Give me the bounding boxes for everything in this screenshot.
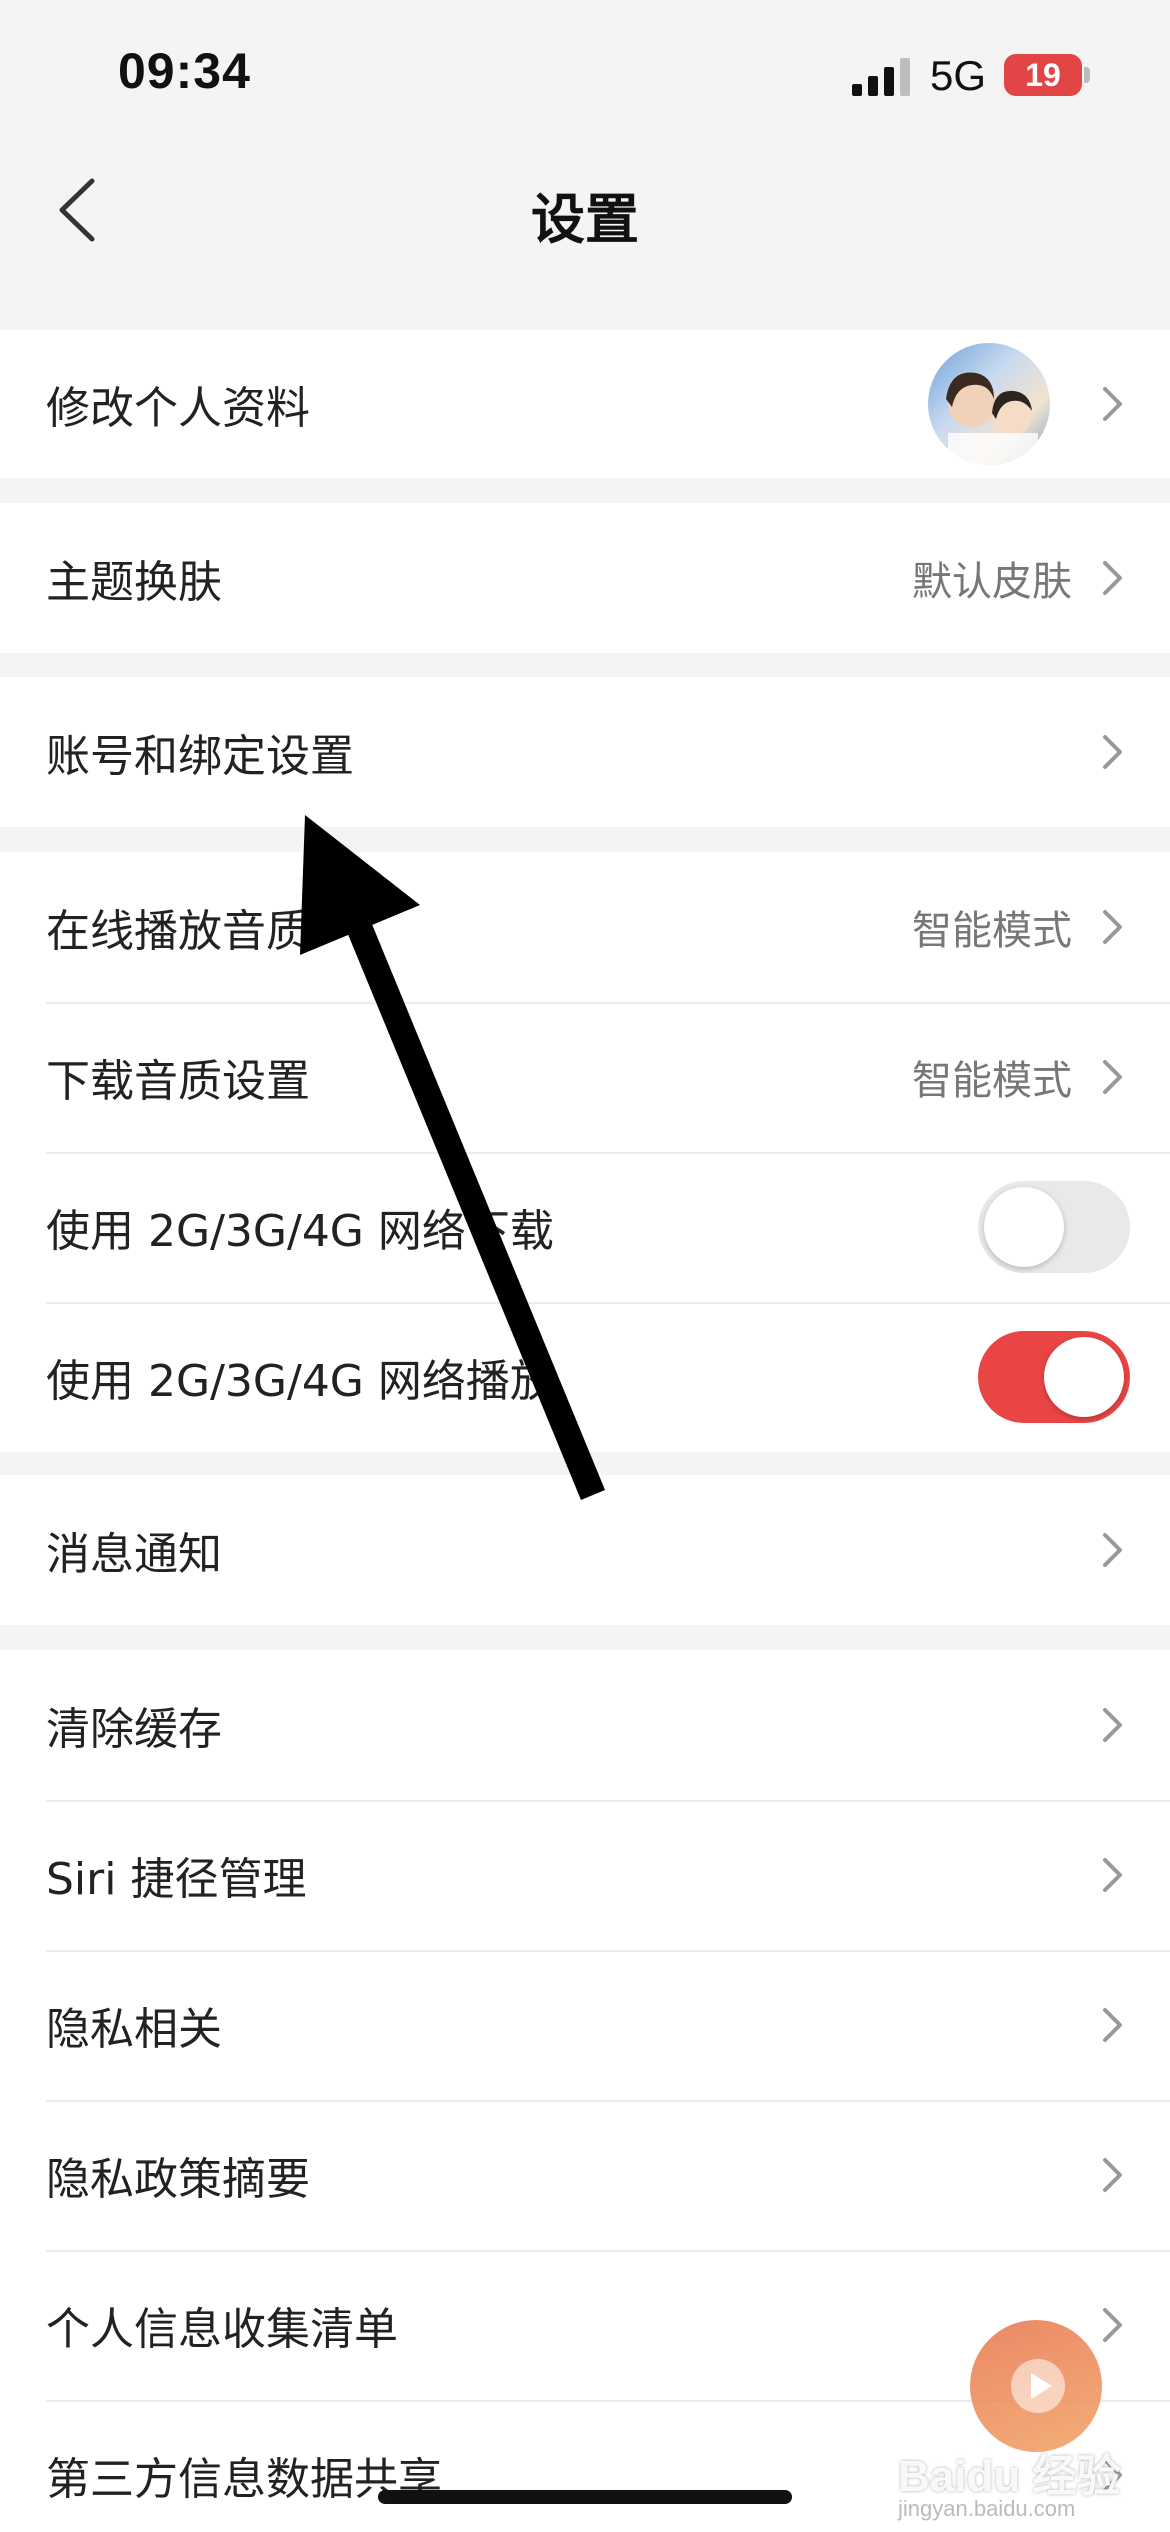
row-label: 隐私相关 [46,2004,222,2055]
chevron-right-icon [1103,387,1122,421]
download-quality-row[interactable]: 下载音质设置 智能模式 [0,1002,1170,1152]
settings-group-notifications: 消息通知 [0,1475,1170,1625]
siri-shortcuts-row[interactable]: Siri 捷径管理 [0,1800,1170,1950]
privacy-policy-row[interactable]: 隐私政策摘要 [0,2100,1170,2250]
chevron-right-icon [1103,735,1122,769]
notifications-row[interactable]: 消息通知 [0,1475,1170,1625]
row-label: 修改个人资料 [46,383,310,434]
row-label: 账号和绑定设置 [46,731,354,782]
watermark-brand: Baidu 经验 [898,2452,1121,2501]
chevron-right-icon [1103,1858,1122,1892]
row-label: 下载音质设置 [46,1056,310,1107]
play-icon [1011,2359,1065,2413]
chevron-right-icon [1103,2158,1122,2192]
cellular-playback-toggle[interactable] [978,1331,1130,1423]
chevron-right-icon [1103,2008,1122,2042]
settings-group-theme: 主题换肤 默认皮肤 [0,503,1170,653]
chevron-right-icon [1103,1708,1122,1742]
chevron-right-icon [1103,1060,1122,1094]
online-quality-row[interactable]: 在线播放音质 智能模式 [0,852,1170,1002]
page-title: 设置 [531,188,639,251]
nav-bar: 设置 [0,145,1170,275]
cellular-playback-row: 使用 2G/3G/4G 网络播放 [0,1302,1170,1452]
row-value: 默认皮肤 [912,559,1072,605]
row-label: 清除缓存 [46,1704,222,1755]
status-time: 09:34 [118,43,251,99]
battery-icon: 19 [1004,54,1090,96]
settings-group-profile: 修改个人资料 [0,330,1170,478]
chevron-right-icon [1103,561,1122,595]
account-binding-row[interactable]: 账号和绑定设置 [0,677,1170,827]
row-label: 消息通知 [46,1529,222,1580]
row-value: 智能模式 [912,1058,1072,1104]
toggle-knob [984,1187,1064,1267]
row-label: 主题换肤 [46,557,222,608]
home-indicator [378,2490,792,2504]
cellular-download-row: 使用 2G/3G/4G 网络下载 [0,1152,1170,1302]
edit-profile-row[interactable]: 修改个人资料 [0,330,1170,478]
chevron-right-icon [1103,1533,1122,1567]
toggle-knob [1044,1337,1124,1417]
row-label: 使用 2G/3G/4G 网络播放 [46,1356,554,1407]
cellular-download-toggle[interactable] [978,1181,1130,1273]
privacy-row[interactable]: 隐私相关 [0,1950,1170,2100]
row-value: 智能模式 [912,908,1072,954]
row-label: 个人信息收集清单 [46,2304,398,2355]
network-type: 5G [930,52,987,99]
avatar [928,343,1050,465]
signal-icon [852,58,910,96]
watermark: Baidu 经验 jingyan.baidu.com [890,2320,1150,2521]
watermark-url: jingyan.baidu.com [898,2496,1076,2521]
chevron-right-icon [1103,910,1122,944]
clear-cache-row[interactable]: 清除缓存 [0,1650,1170,1800]
theme-skin-row[interactable]: 主题换肤 默认皮肤 [0,503,1170,653]
row-label: 在线播放音质 [46,906,310,957]
row-label: Siri 捷径管理 [46,1854,307,1905]
row-label: 使用 2G/3G/4G 网络下载 [46,1206,554,1257]
battery-level: 19 [1004,54,1082,96]
settings-group-account: 账号和绑定设置 [0,677,1170,827]
status-bar: 09:34 5G 19 [0,0,1170,145]
row-label: 隐私政策摘要 [46,2154,310,2205]
settings-group-audio: 在线播放音质 智能模式 下载音质设置 智能模式 使用 2G/3G/4G 网络下载… [0,852,1170,1452]
